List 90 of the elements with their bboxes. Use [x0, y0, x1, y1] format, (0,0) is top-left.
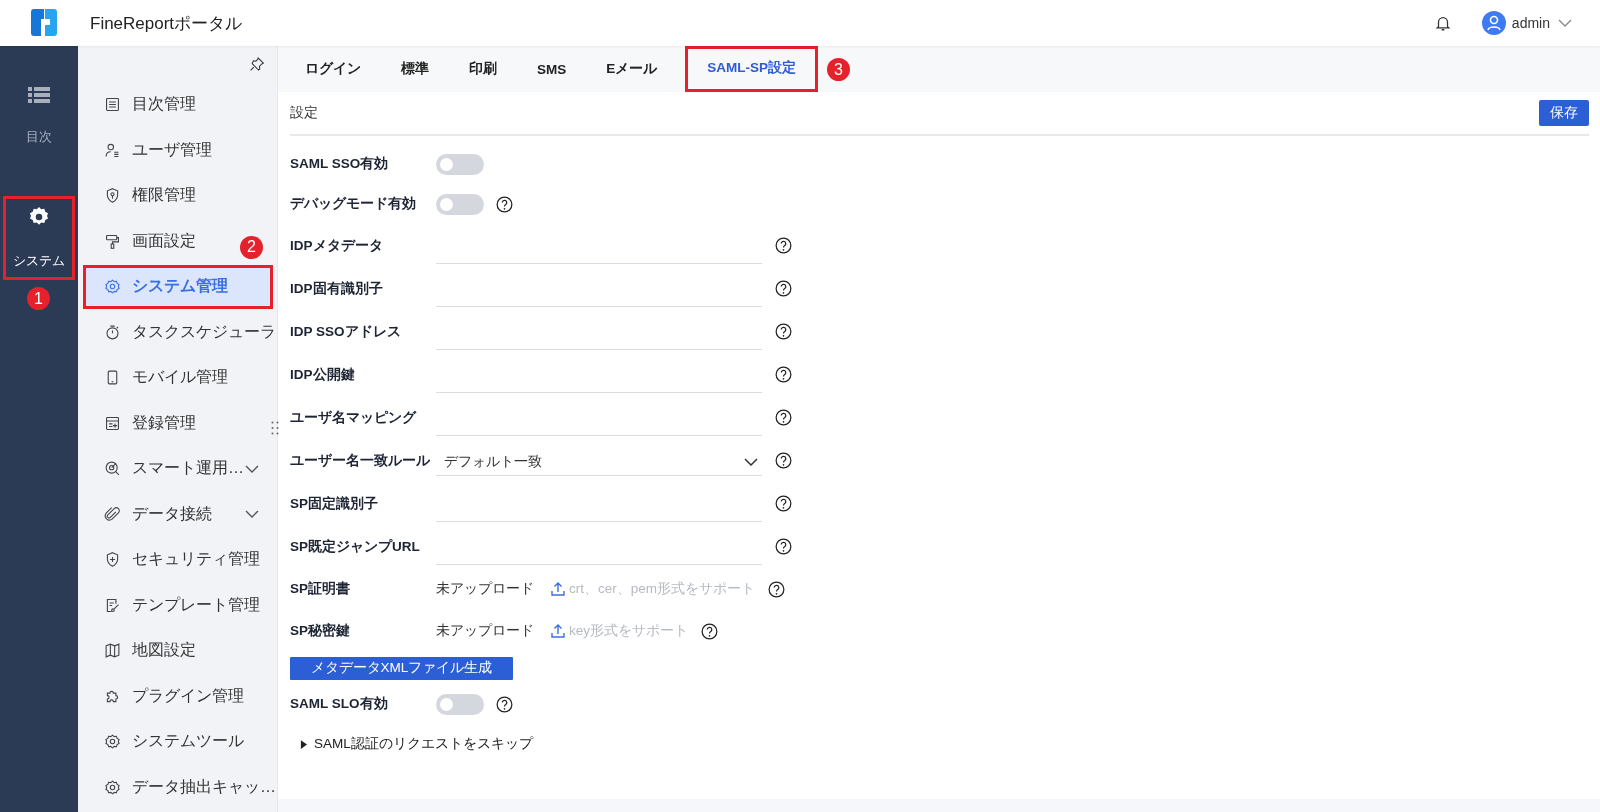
tab[interactable]: SMS	[517, 46, 587, 92]
resize-handle-icon[interactable]	[271, 421, 279, 435]
field-label: SP既定ジャンプURL	[290, 537, 421, 556]
user-icon	[104, 141, 121, 159]
field-label: ユーザー名一致ルール	[290, 451, 431, 470]
form-icon	[104, 414, 121, 432]
help-icon[interactable]	[496, 195, 513, 213]
document-edit-icon	[104, 596, 121, 614]
sidebar-item[interactable]: セキュリティ管理	[83, 537, 264, 582]
avatar-icon[interactable]	[1481, 11, 1506, 35]
generate-button[interactable]: メタデータXMLファイル生成	[290, 656, 513, 680]
field-label: IDPメタデータ	[290, 236, 384, 255]
sidebar-item[interactable]: モバイル管理	[83, 355, 232, 400]
tab[interactable]: 標準	[381, 46, 449, 92]
stopwatch-icon	[104, 323, 121, 341]
field-label: IDP公開鍵	[290, 365, 356, 384]
chevron-down-icon	[245, 464, 259, 473]
shield-plus-icon	[104, 551, 121, 568]
toggle-switch[interactable]	[436, 193, 484, 215]
help-icon[interactable]	[775, 409, 792, 426]
field-label: ユーザ名マッピング	[290, 408, 418, 427]
sidebar-item[interactable]: データ接続	[83, 492, 273, 536]
triangle-right-icon	[300, 739, 307, 749]
sidebar-item[interactable]: 権限管理	[83, 173, 200, 218]
annotation-number: 2	[240, 235, 263, 259]
chevron-down-icon	[744, 458, 758, 466]
tab[interactable]: SAML-SP設定	[685, 46, 819, 92]
help-icon[interactable]	[768, 580, 785, 598]
list-icon	[104, 96, 121, 113]
search-icon	[104, 460, 121, 477]
help-icon[interactable]	[496, 695, 513, 713]
upload-icon[interactable]	[550, 623, 566, 639]
save-button[interactable]: 保存	[1539, 100, 1589, 126]
sidebar-item[interactable]: 目次管理	[83, 82, 200, 127]
sidebar-item[interactable]: システムツール	[83, 719, 248, 764]
field-label: SP秘密鍵	[290, 622, 351, 640]
list-icon	[28, 86, 50, 104]
rail-item[interactable]: 目次	[3, 74, 75, 158]
annotation-number: 1	[27, 287, 50, 310]
toggle-switch[interactable]	[436, 693, 484, 715]
field-label: IDP固有識別子	[290, 279, 384, 298]
tab[interactable]: 印刷	[449, 46, 517, 92]
sidebar-item[interactable]: システム管理	[83, 264, 273, 309]
sidebar-item[interactable]: 画面設定	[83, 219, 200, 263]
help-icon[interactable]	[775, 538, 792, 555]
help-icon[interactable]	[775, 366, 792, 383]
sidebar-item[interactable]: 地図設定	[83, 628, 200, 673]
annotation-number: 3	[827, 58, 851, 81]
sidebar-item[interactable]: プラグイン管理	[83, 674, 248, 718]
logo-icon	[29, 8, 59, 38]
paperclip-icon	[104, 505, 121, 523]
sidebar-item[interactable]: ユーザ管理	[83, 128, 216, 172]
upload-status: 未アップロード	[436, 622, 535, 640]
pin-icon[interactable]	[249, 56, 265, 72]
gear-icon	[104, 733, 121, 750]
help-icon[interactable]	[775, 495, 792, 512]
field-label: デバッグモード有効	[290, 195, 417, 213]
help-icon[interactable]	[775, 452, 792, 469]
field-label: SP証明書	[290, 580, 351, 598]
sidebar-item[interactable]: データ抽出キャッ…	[83, 765, 280, 809]
chevron-down-icon	[245, 510, 259, 518]
field-label: SAML SSO有効	[290, 155, 390, 173]
chevron-down-icon[interactable]	[1558, 19, 1572, 27]
section-title: 設定	[290, 104, 318, 122]
rail-item[interactable]: システム	[3, 196, 75, 280]
sidebar-item[interactable]: 登録管理	[83, 401, 200, 445]
user-name[interactable]: admin	[1511, 15, 1550, 31]
help-icon[interactable]	[701, 622, 718, 640]
sidebar-item[interactable]: スマート運用…	[83, 446, 273, 491]
help-icon[interactable]	[775, 237, 792, 254]
shield-icon	[104, 187, 121, 204]
gear-icon	[104, 778, 121, 796]
field-label: IDP SSOアドレス	[290, 322, 402, 341]
sidebar-item[interactable]: タスクスケジューラ	[83, 310, 280, 354]
toggle-switch[interactable]	[436, 153, 484, 175]
dropdown-field[interactable]: デフォルト一致	[436, 449, 762, 476]
upload-status: 未アップロード	[436, 580, 535, 598]
gear-icon	[104, 278, 121, 295]
map-icon	[104, 642, 121, 659]
notification-bell-icon[interactable]	[1433, 14, 1452, 32]
field-label: SP固定識別子	[290, 494, 379, 513]
upload-icon[interactable]	[550, 581, 566, 597]
tab[interactable]: ログイン	[285, 46, 381, 92]
tab[interactable]: Eメール	[586, 46, 678, 92]
paint-roller-icon	[104, 232, 121, 250]
help-icon[interactable]	[775, 323, 792, 340]
sidebar-item[interactable]: テンプレート管理	[83, 583, 264, 627]
field-label: SAML SLO有効	[290, 695, 389, 713]
help-icon[interactable]	[775, 280, 792, 297]
app-title: FineReportポータル	[90, 12, 243, 35]
